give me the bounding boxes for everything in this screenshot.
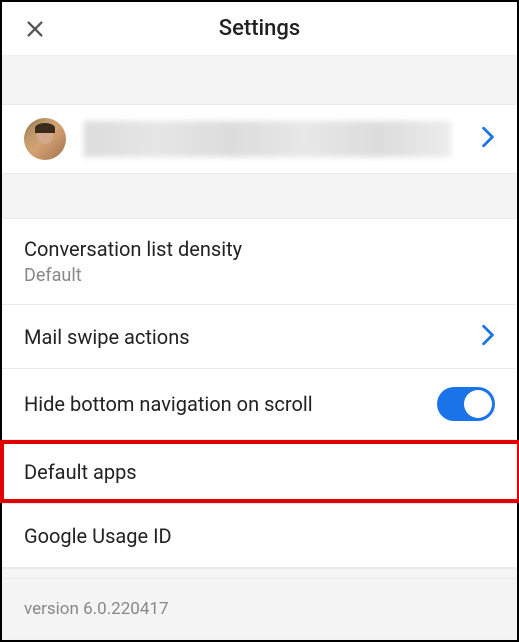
setting-label: Google Usage ID <box>24 524 172 548</box>
close-icon <box>24 18 46 40</box>
page-title: Settings <box>2 16 517 41</box>
setting-label: Mail swipe actions <box>24 325 190 349</box>
setting-default-apps[interactable]: Default apps <box>2 440 517 504</box>
setting-conversation-density[interactable]: Conversation list density Default <box>2 219 517 305</box>
account-name-redacted <box>84 121 451 157</box>
section-gap <box>2 568 517 578</box>
avatar <box>24 118 66 160</box>
setting-label: Default apps <box>24 460 137 484</box>
section-gap <box>2 56 517 104</box>
close-button[interactable] <box>20 14 50 44</box>
section-gap <box>2 174 517 218</box>
setting-value: Default <box>24 265 82 286</box>
chevron-right-icon <box>481 126 495 152</box>
version-label: version 6.0.220417 <box>2 578 517 639</box>
setting-mail-swipe[interactable]: Mail swipe actions <box>2 305 517 369</box>
account-row[interactable] <box>2 104 517 174</box>
chevron-right-icon <box>481 324 495 350</box>
toggle-switch[interactable] <box>437 387 495 421</box>
setting-google-usage-id[interactable]: Google Usage ID <box>2 504 517 568</box>
setting-label: Hide bottom navigation on scroll <box>24 392 313 416</box>
setting-label: Conversation list density <box>24 237 242 261</box>
setting-hide-nav[interactable]: Hide bottom navigation on scroll <box>2 369 517 440</box>
